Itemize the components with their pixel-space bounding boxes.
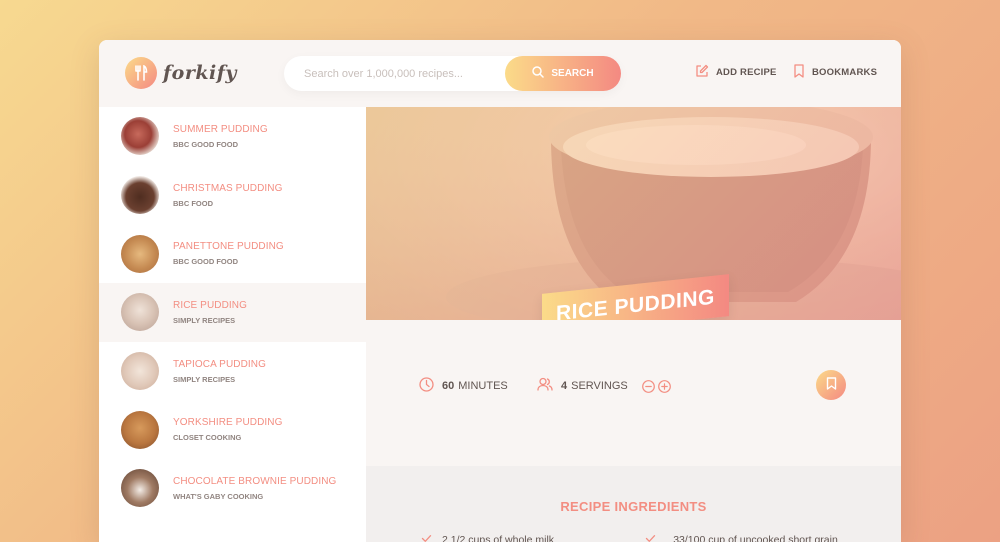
ingredient-item: 2 1/2 cups of whole milk [421, 533, 554, 542]
result-thumbnail [121, 352, 159, 391]
servings-unit: SERVINGS [571, 380, 628, 392]
result-title: YORKSHIRE PUDDING [173, 417, 283, 429]
result-item[interactable]: CHRISTMAS PUDDING BBC FOOD [99, 166, 366, 225]
bookmark-recipe-button[interactable] [816, 370, 846, 400]
minus-circle-icon [641, 379, 655, 393]
bookmarks-button[interactable]: BOOKMARKS [793, 64, 877, 81]
result-item[interactable]: TAPIOCA PUDDING SIMPLY RECIPES [99, 342, 366, 401]
result-thumbnail [121, 117, 159, 156]
bookmarks-label: BOOKMARKS [812, 67, 878, 78]
result-item[interactable]: YORKSHIRE PUDDING CLOSET COOKING [99, 400, 366, 459]
ingredient-text: 2 1/2 cups of whole milk [442, 534, 555, 542]
result-item-active[interactable]: RICE PUDDING SIMPLY RECIPES [99, 283, 366, 342]
users-icon [537, 377, 553, 395]
ingredient-item: 33/100 cup of uncooked short grain white… [645, 533, 845, 542]
result-title: TAPIOCA PUDDING [173, 358, 266, 370]
check-icon [645, 533, 656, 542]
bookmark-icon [826, 377, 837, 393]
app-container: forkify SEARCH ADD RECIPE [99, 40, 901, 542]
edit-icon [695, 64, 709, 81]
result-thumbnail [121, 410, 159, 449]
result-title: CHOCOLATE BROWNIE PUDDING [173, 475, 337, 487]
recipe-ingredients: RECIPE INGREDIENTS 2 1/2 cups of whole m… [366, 466, 901, 542]
add-recipe-button[interactable]: ADD RECIPE [695, 64, 777, 81]
result-item[interactable]: CHOCOLATE BROWNIE PUDDING WHAT'S GABY CO… [99, 459, 366, 518]
ingredients-heading: RECIPE INGREDIENTS [560, 499, 707, 514]
logo[interactable]: forkify [125, 57, 237, 89]
result-item[interactable]: SUMMER PUDDING BBC GOOD FOOD [99, 107, 366, 166]
result-thumbnail [121, 234, 159, 273]
result-publisher: WHAT'S GABY COOKING [173, 491, 264, 501]
cooking-time-unit: MINUTES [458, 380, 508, 392]
plus-circle-icon [657, 379, 671, 393]
add-recipe-label: ADD RECIPE [716, 67, 777, 78]
result-title: CHRISTMAS PUDDING [173, 182, 283, 194]
bookmark-icon [793, 64, 805, 81]
result-publisher: SIMPLY RECIPES [173, 315, 236, 325]
decrease-servings-button[interactable] [641, 379, 655, 393]
recipe-image: RICE PUDDING [366, 107, 901, 320]
search-button-label: SEARCH [551, 68, 594, 79]
result-thumbnail [121, 293, 159, 332]
search-button[interactable]: SEARCH [505, 56, 621, 91]
search-icon [532, 66, 545, 81]
clock-icon [419, 377, 434, 395]
check-icon [421, 533, 432, 542]
search-results: SUMMER PUDDING BBC GOOD FOOD CHRISTMAS P… [99, 107, 366, 542]
result-publisher: BBC FOOD [173, 198, 213, 208]
servings: 4 SERVINGS [537, 377, 671, 395]
result-item[interactable]: PANETTONE PUDDING BBC GOOD FOOD [99, 224, 366, 283]
result-publisher: CLOSET COOKING [173, 433, 242, 443]
result-title: SUMMER PUDDING [173, 123, 268, 135]
logo-text: forkify [163, 62, 237, 84]
fork-knife-icon [125, 57, 157, 89]
servings-controls [641, 379, 671, 393]
result-publisher: BBC GOOD FOOD [173, 257, 238, 267]
recipe-details: 60 MINUTES 4 SERVINGS [366, 320, 901, 466]
ingredient-text: 33/100 cup of uncooked short grain white… [673, 534, 838, 542]
cooking-time-value: 60 [442, 380, 455, 392]
result-title: RICE PUDDING [173, 299, 247, 311]
result-title: PANETTONE PUDDING [173, 241, 284, 253]
search-form: SEARCH [284, 56, 621, 91]
cooking-time: 60 MINUTES [419, 377, 508, 395]
result-publisher: SIMPLY RECIPES [173, 374, 236, 384]
servings-value: 4 [561, 380, 568, 392]
header: forkify SEARCH ADD RECIPE [99, 40, 901, 107]
result-thumbnail [121, 469, 159, 508]
result-publisher: BBC GOOD FOOD [173, 139, 238, 149]
recipe-view: RICE PUDDING 60 MINUTES 4 SERVINGS RECIP… [366, 107, 901, 542]
search-input[interactable] [304, 67, 519, 80]
increase-servings-button[interactable] [657, 379, 671, 393]
result-thumbnail [121, 176, 159, 215]
